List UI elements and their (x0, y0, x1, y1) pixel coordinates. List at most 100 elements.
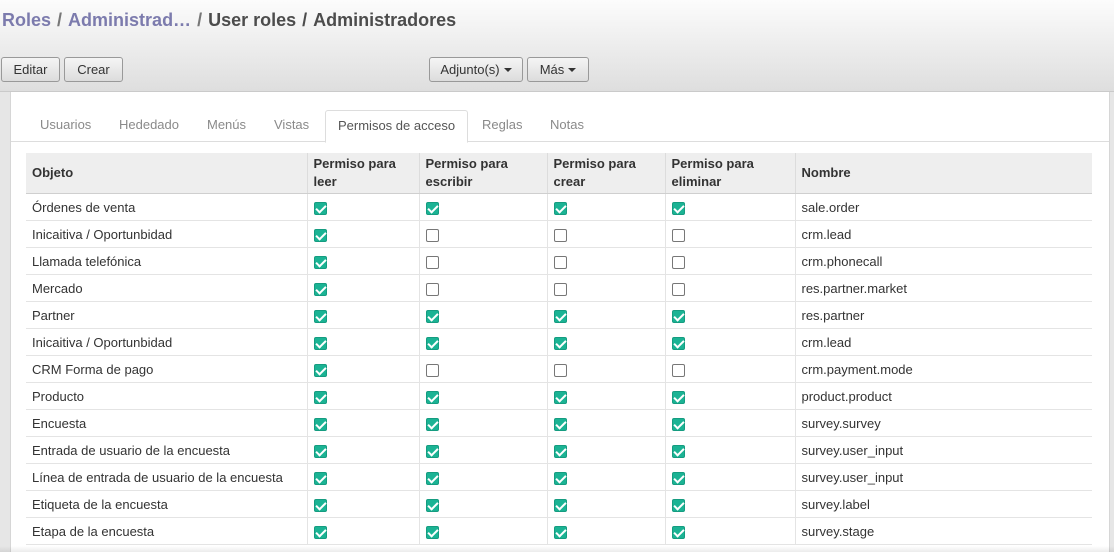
cell-delete (665, 409, 796, 437)
more-dropdown-button[interactable]: Más (527, 57, 589, 82)
checkbox-delete-unchecked[interactable] (671, 282, 685, 296)
checkbox-write-checked[interactable] (425, 444, 439, 458)
checkbox-create-unchecked[interactable] (553, 228, 567, 242)
checkbox-read-checked[interactable] (313, 336, 327, 350)
checkbox-create-unchecked[interactable] (553, 282, 567, 296)
table-row[interactable]: Inicaitiva / Oportunbidad crm.lead (26, 220, 1092, 248)
checkbox-write-unchecked[interactable] (425, 282, 439, 296)
checkbox-write-checked[interactable] (425, 390, 439, 404)
breadcrumb-separator: / (57, 10, 63, 30)
cell-delete (665, 463, 796, 491)
tab-usuarios[interactable]: Usuarios (40, 110, 91, 142)
tab-permisos-de-acceso[interactable]: Permisos de acceso (325, 110, 469, 143)
checkbox-write-checked[interactable] (425, 309, 439, 323)
breadcrumb-roles[interactable]: Roles (2, 10, 51, 30)
table-row[interactable]: Etapa de la encuesta survey.stage (26, 517, 1092, 545)
checkbox-create-checked[interactable] (553, 309, 567, 323)
checkbox-create-checked[interactable] (553, 444, 567, 458)
checkbox-read-checked[interactable] (313, 525, 327, 539)
cell-write (419, 436, 548, 464)
checkbox-read-checked[interactable] (313, 417, 327, 431)
cell-write (419, 193, 548, 221)
checkbox-read-checked[interactable] (313, 228, 327, 242)
cell-create (547, 274, 666, 302)
checkbox-delete-unchecked[interactable] (671, 363, 685, 377)
tab-menus[interactable]: Menús (207, 110, 246, 142)
checkbox-write-checked[interactable] (425, 525, 439, 539)
checkbox-write-checked[interactable] (425, 417, 439, 431)
checkbox-create-checked[interactable] (553, 336, 567, 350)
checkbox-write-checked[interactable] (425, 498, 439, 512)
checkbox-delete-checked[interactable] (671, 201, 685, 215)
cell-read (307, 490, 420, 518)
checkbox-delete-unchecked[interactable] (671, 228, 685, 242)
table-row[interactable]: CRM Forma de pago crm.payment.mode (26, 355, 1092, 383)
checkbox-create-checked[interactable] (553, 498, 567, 512)
breadcrumb-administradores-truncated[interactable]: Administrad… (68, 10, 191, 30)
table-row[interactable]: Línea de entrada de usuario de la encues… (26, 463, 1092, 491)
tab-vistas[interactable]: Vistas (274, 110, 309, 142)
checkbox-create-unchecked[interactable] (553, 255, 567, 269)
checkbox-write-checked[interactable] (425, 201, 439, 215)
checkbox-create-checked[interactable] (553, 471, 567, 485)
column-header-delete[interactable]: Permiso para eliminar (665, 153, 796, 194)
checkbox-delete-checked[interactable] (671, 309, 685, 323)
checkbox-write-unchecked[interactable] (425, 255, 439, 269)
column-header-object[interactable]: Objeto (26, 153, 308, 194)
table-row[interactable]: Encuesta survey.survey (26, 409, 1092, 437)
cell-write (419, 463, 548, 491)
column-header-create[interactable]: Permiso para crear (547, 153, 666, 194)
checkbox-create-checked[interactable] (553, 525, 567, 539)
create-button[interactable]: Crear (64, 57, 123, 82)
checkbox-delete-checked[interactable] (671, 444, 685, 458)
checkbox-create-unchecked[interactable] (553, 363, 567, 377)
checkbox-write-checked[interactable] (425, 336, 439, 350)
checkbox-write-checked[interactable] (425, 471, 439, 485)
checkbox-delete-checked[interactable] (671, 336, 685, 350)
checkbox-read-checked[interactable] (313, 255, 327, 269)
checkbox-delete-checked[interactable] (671, 498, 685, 512)
table-row[interactable]: Mercado res.partner.market (26, 274, 1092, 302)
checkbox-delete-checked[interactable] (671, 471, 685, 485)
cell-create (547, 220, 666, 248)
checkbox-write-unchecked[interactable] (425, 363, 439, 377)
table-row[interactable]: Partner res.partner (26, 301, 1092, 329)
table-row[interactable]: Etiqueta de la encuesta survey.label (26, 490, 1092, 518)
column-header-name[interactable]: Nombre (795, 153, 1092, 194)
column-header-read[interactable]: Permiso para leer (307, 153, 420, 194)
checkbox-delete-unchecked[interactable] (671, 255, 685, 269)
checkbox-read-checked[interactable] (313, 201, 327, 215)
checkbox-read-checked[interactable] (313, 309, 327, 323)
checkbox-delete-checked[interactable] (671, 525, 685, 539)
cell-object: Etapa de la encuesta (26, 517, 308, 545)
cell-create (547, 247, 666, 275)
tab-reglas[interactable]: Reglas (482, 110, 522, 142)
table-row[interactable]: Producto product.product (26, 382, 1092, 410)
checkbox-read-checked[interactable] (313, 444, 327, 458)
column-header-write[interactable]: Permiso para escribir (419, 153, 548, 194)
cell-delete (665, 436, 796, 464)
edit-button[interactable]: Editar (1, 57, 60, 82)
checkbox-read-checked[interactable] (313, 498, 327, 512)
table-row[interactable]: Órdenes de venta sale.order (26, 193, 1092, 221)
cell-write (419, 355, 548, 383)
tab-hededado[interactable]: Hededado (119, 110, 179, 142)
checkbox-read-checked[interactable] (313, 282, 327, 296)
checkbox-create-checked[interactable] (553, 417, 567, 431)
checkbox-write-unchecked[interactable] (425, 228, 439, 242)
tab-notas[interactable]: Notas (550, 110, 584, 142)
checkbox-create-checked[interactable] (553, 201, 567, 215)
table-row[interactable]: Entrada de usuario de la encuesta survey.… (26, 436, 1092, 464)
checkbox-create-checked[interactable] (553, 390, 567, 404)
attachments-dropdown-button[interactable]: Adjunto(s) (429, 57, 523, 82)
cell-model-name: survey.label (795, 490, 1092, 518)
checkbox-delete-checked[interactable] (671, 390, 685, 404)
checkbox-delete-checked[interactable] (671, 417, 685, 431)
checkbox-read-checked[interactable] (313, 390, 327, 404)
cell-object: Encuesta (26, 409, 308, 437)
checkbox-read-checked[interactable] (313, 471, 327, 485)
table-row[interactable]: Inicaitiva / Oportunbidad crm.lead (26, 328, 1092, 356)
checkbox-read-checked[interactable] (313, 363, 327, 377)
cell-write (419, 409, 548, 437)
table-row[interactable]: Llamada telefónica crm.phonecall (26, 247, 1092, 275)
